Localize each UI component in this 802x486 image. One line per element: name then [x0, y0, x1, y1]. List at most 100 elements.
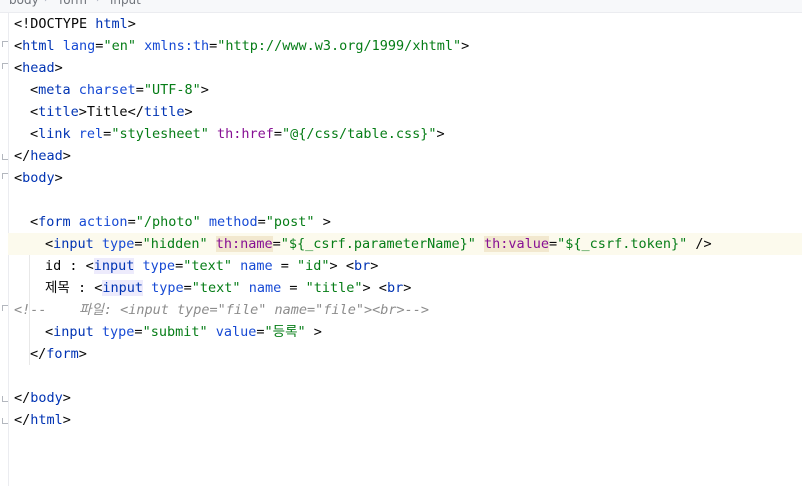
code-token: th:value — [484, 236, 550, 252]
code-token: > — [329, 258, 346, 274]
fold-end-icon[interactable] — [2, 393, 8, 402]
code-token: lang — [54, 38, 96, 54]
breadcrumb-separator-icon: › — [44, 0, 48, 5]
code-token: body — [30, 390, 63, 406]
code-token: = — [256, 324, 265, 340]
fold-marker-icon[interactable] — [2, 305, 8, 314]
code-token: < — [85, 258, 94, 274]
code-token: "UTF-8" — [143, 82, 201, 98]
code-token: charset — [70, 82, 136, 98]
code-line-1: <!DOCTYPE html> — [8, 13, 802, 35]
fold-marker-icon[interactable] — [2, 63, 8, 72]
code-token: < — [45, 324, 54, 340]
code-token: </ — [14, 390, 31, 406]
code-token: type — [143, 280, 184, 296]
code-token: form — [38, 214, 71, 230]
code-line-14: <!-- 파일: <input type="file" name="file">… — [8, 299, 802, 321]
code-token: < — [30, 82, 39, 98]
breadcrumb-item-input[interactable]: input — [110, 0, 141, 7]
code-token: = — [134, 324, 143, 340]
code-line-7: </head> — [8, 145, 802, 167]
code-token: </ — [127, 104, 144, 120]
code-token: > — [62, 390, 71, 406]
code-token: method — [200, 214, 258, 230]
code-token: action — [70, 214, 128, 230]
code-token: Title — [86, 104, 128, 120]
code-token: = — [127, 214, 136, 230]
code-token: = — [183, 280, 192, 296]
code-token: input — [102, 280, 144, 296]
code-token: = — [175, 258, 184, 274]
code-token: name — [231, 258, 281, 274]
code-line-19: </html> — [8, 409, 802, 431]
code-token: head — [22, 60, 55, 76]
code-token: id : — [45, 258, 86, 274]
code-token: type — [93, 236, 135, 252]
code-token: > — [370, 258, 379, 274]
breadcrumb-item-form[interactable]: form — [59, 0, 87, 7]
code-line-13: 제목 : <input type="text" name = "title"> … — [8, 277, 802, 299]
code-token: body — [22, 170, 55, 186]
code-token: input — [53, 236, 94, 252]
fold-marker-icon[interactable] — [2, 41, 8, 50]
code-token: "post" — [265, 214, 315, 230]
code-line-18: </body> — [8, 387, 802, 409]
code-token: "id" — [288, 258, 330, 274]
fold-marker-icon[interactable] — [2, 173, 8, 182]
code-line-11: <input type="hidden" th:name="${_csrf.pa… — [8, 233, 802, 255]
code-token: input — [53, 324, 94, 340]
code-token: xmlns:th — [135, 38, 210, 54]
code-token: input — [93, 258, 135, 274]
code-token: br — [353, 258, 371, 274]
code-token: < — [30, 126, 39, 142]
code-token: "${_csrf.token}" — [557, 236, 688, 252]
code-token: > — [184, 104, 193, 120]
code-token: name — [240, 280, 290, 296]
code-token: form — [46, 346, 79, 362]
code-token: "@{/css/table.css}" — [282, 126, 437, 142]
code-editor[interactable]: <!DOCTYPE html> <html lang="en" xmlns:th… — [8, 13, 802, 486]
breadcrumb-item-body[interactable]: body — [9, 0, 39, 7]
code-token: "http://www.w3.org/1999/xhtml" — [217, 38, 462, 54]
code-token: "hidden" — [142, 236, 208, 252]
code-token: > — [461, 38, 470, 54]
code-token: > — [54, 60, 63, 76]
fold-end-icon[interactable] — [2, 151, 8, 160]
code-token: /> — [687, 236, 712, 252]
code-line-16: </form> — [8, 343, 802, 365]
code-token: meta — [38, 82, 71, 98]
code-token: < — [378, 280, 387, 296]
breadcrumb: body › form › input — [0, 0, 802, 13]
code-token: "/photo" — [135, 214, 201, 230]
code-token: html — [95, 16, 128, 32]
code-token: html — [22, 38, 55, 54]
fold-end-icon[interactable] — [2, 415, 8, 424]
code-token: = — [549, 236, 558, 252]
code-token: "${_csrf.parameterName}" — [280, 236, 476, 252]
code-token: < — [14, 38, 23, 54]
code-token: "en" — [103, 38, 136, 54]
code-token: title — [38, 104, 79, 120]
code-token: = — [272, 236, 281, 252]
code-token: type — [134, 258, 176, 274]
code-token: "text" — [183, 258, 232, 274]
code-line-4: <meta charset="UTF-8"> — [8, 79, 802, 101]
code-token: > — [362, 280, 379, 296]
code-line-2: <html lang="en" xmlns:th="http://www.w3.… — [8, 35, 802, 57]
code-token: link — [38, 126, 71, 142]
code-token: < — [45, 236, 54, 252]
code-token: > — [78, 346, 87, 362]
code-token: html — [30, 412, 63, 428]
code-token: > — [314, 214, 331, 230]
code-token: "title" — [297, 280, 363, 296]
code-line-6: <link rel="stylesheet" th:href="@{/css/t… — [8, 123, 802, 145]
code-line-5: <title>Title</title> — [8, 101, 802, 123]
code-token: </ — [14, 412, 31, 428]
code-token: "submit" — [142, 324, 208, 340]
code-line-10: <form action="/photo" method="post" > — [8, 211, 802, 233]
